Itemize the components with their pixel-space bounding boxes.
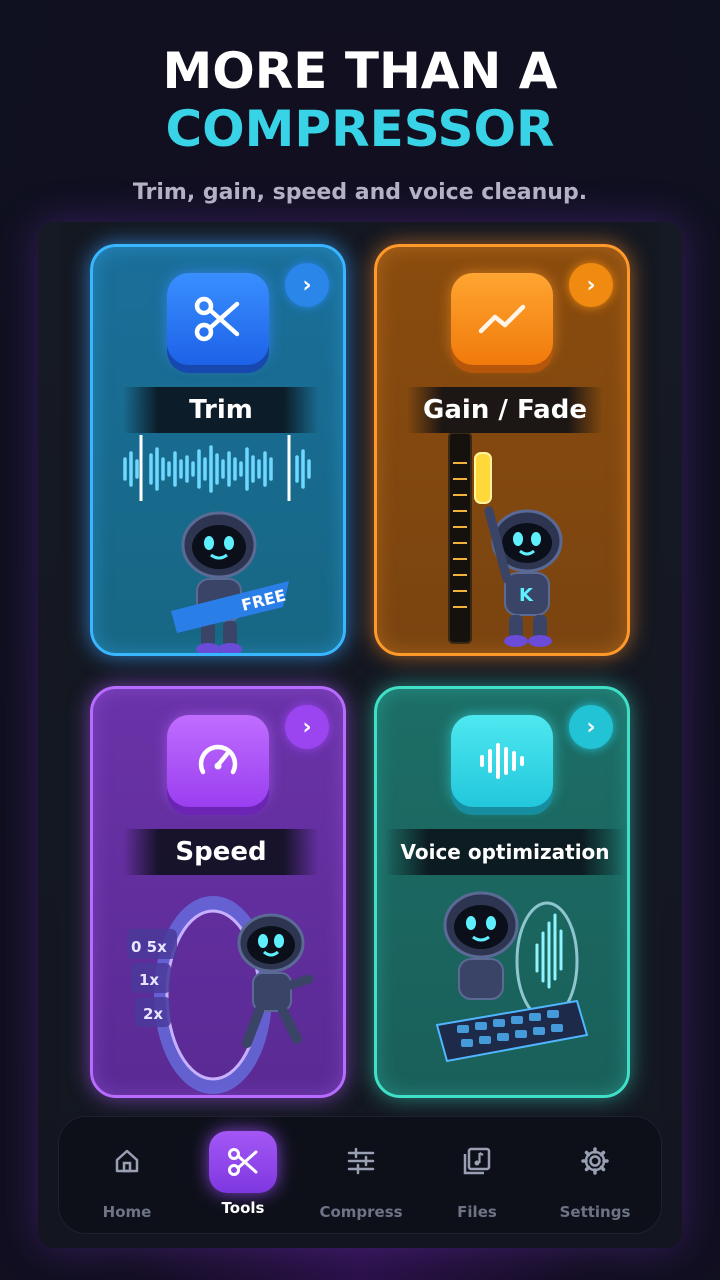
speed-option-2x: 2x xyxy=(143,1005,163,1023)
nav-compress-label: Compress xyxy=(319,1203,403,1221)
speed-option-1x: 1x xyxy=(139,971,159,989)
speed-option-0-5x: 0 5x xyxy=(131,938,167,956)
trim-illustration: FREE xyxy=(93,433,343,653)
nav-settings[interactable]: Settings xyxy=(535,1117,655,1235)
trim-label: Trim xyxy=(123,387,319,433)
speed-illustration: 0 5x 1x 2x xyxy=(93,875,343,1095)
gear-icon xyxy=(575,1141,615,1181)
chevron-right-icon[interactable]: › xyxy=(569,705,613,749)
nav-home-label: Home xyxy=(102,1203,152,1221)
trim-card[interactable]: › Trim FREE xyxy=(90,244,346,656)
speed-card[interactable]: › Speed 0 5x 1x 2x xyxy=(90,686,346,1098)
page-headline: MORE THAN A COMPRESSOR xyxy=(0,42,720,158)
page-subtitle: Trim, gain, speed and voice cleanup. xyxy=(132,180,588,205)
nav-files[interactable]: Files xyxy=(417,1117,537,1235)
bottom-navigation: Home Tools Compress Files Settings xyxy=(58,1116,662,1234)
nav-tools[interactable]: Tools xyxy=(183,1117,303,1235)
speed-label: Speed xyxy=(123,829,319,875)
voice-optimization-label: Voice optimization xyxy=(385,829,625,875)
nav-files-label: Files xyxy=(457,1203,497,1221)
nav-compress[interactable]: Compress xyxy=(301,1117,421,1235)
home-icon xyxy=(107,1141,147,1181)
gain-fade-card[interactable]: › Gain / Fade K xyxy=(374,244,630,656)
chevron-right-icon[interactable]: › xyxy=(285,263,329,307)
voice-optimization-card[interactable]: › Voice optimization xyxy=(374,686,630,1098)
voice-illustration xyxy=(377,875,627,1095)
chevron-right-icon[interactable]: › xyxy=(569,263,613,307)
scissors-icon xyxy=(167,273,269,365)
gain-fade-label: Gain / Fade xyxy=(407,387,603,433)
nav-home[interactable]: Home xyxy=(67,1117,187,1235)
music-file-icon xyxy=(457,1141,497,1181)
gain-illustration: K xyxy=(377,432,627,653)
headline-line-1: MORE THAN A xyxy=(162,42,558,100)
headline-line-2: COMPRESSOR xyxy=(165,100,555,158)
nav-settings-label: Settings xyxy=(559,1203,631,1221)
nav-tools-label: Tools xyxy=(221,1199,265,1217)
scissors-icon xyxy=(209,1131,277,1193)
speedometer-icon xyxy=(167,715,269,807)
sliders-icon xyxy=(341,1141,381,1181)
svg-text:K: K xyxy=(519,585,534,606)
waveform-icon xyxy=(451,715,553,807)
trend-up-icon xyxy=(451,273,553,365)
chevron-right-icon[interactable]: › xyxy=(285,705,329,749)
